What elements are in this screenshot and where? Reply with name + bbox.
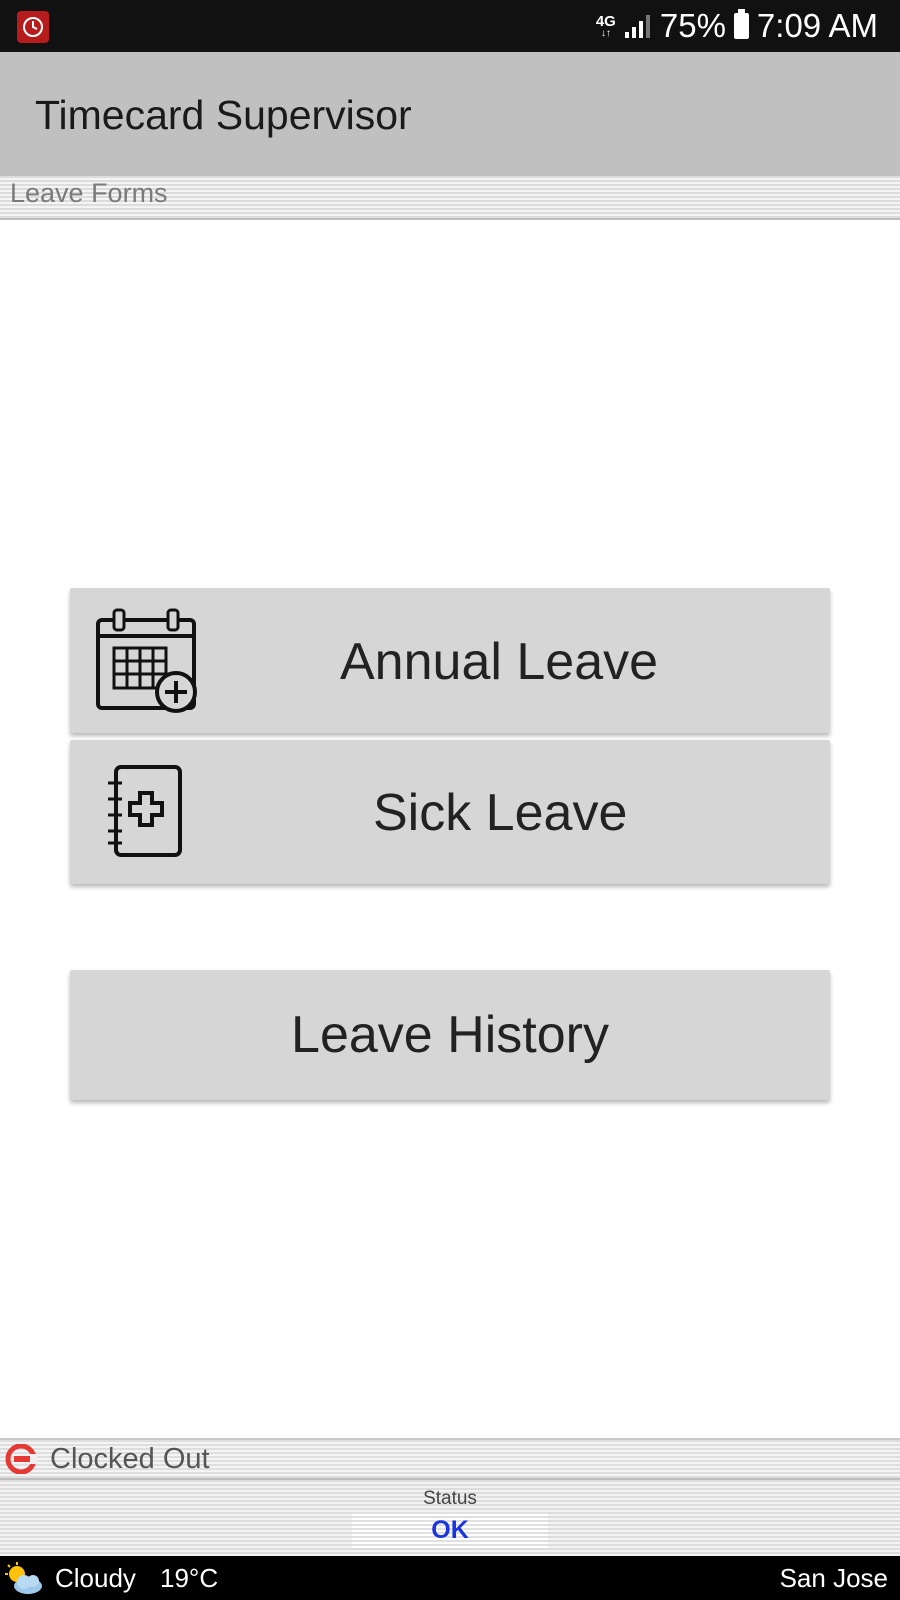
- leave-history-button[interactable]: Leave History: [70, 970, 830, 1100]
- weather-temperature: 19°C: [160, 1563, 219, 1593]
- status-value-box: OK: [352, 1512, 548, 1548]
- sick-leave-label: Sick Leave: [373, 784, 628, 842]
- status-indicators: 4G ↓↑ 75% 7:09 AM: [596, 0, 878, 52]
- section-header: Leave Forms: [0, 176, 900, 220]
- weather-bar: Cloudy 19°C San Jose: [0, 1556, 900, 1600]
- weather-city: San Jose: [779, 1563, 888, 1593]
- weather-condition: Cloudy: [55, 1563, 136, 1593]
- clock-status-text: Clocked Out: [50, 1443, 210, 1475]
- sick-leave-button[interactable]: Sick Leave: [70, 740, 830, 884]
- app-bar: Timecard Supervisor: [0, 52, 900, 176]
- battery-percent: 75%: [659, 7, 726, 44]
- status-clock: 7:09 AM: [756, 7, 878, 44]
- status-panel: Status OK: [0, 1478, 900, 1558]
- calendar-add-icon: [96, 608, 197, 713]
- signal-icon: [624, 15, 650, 38]
- medical-notebook-icon: [108, 765, 182, 857]
- status-value: OK: [431, 1515, 469, 1544]
- partly-cloudy-icon: [5, 1562, 42, 1594]
- clock-status-bar: Clocked Out: [0, 1438, 900, 1478]
- app-notification-icon: [17, 11, 49, 43]
- system-status-bar: 4G ↓↑ 75% 7:09 AM: [0, 0, 900, 52]
- battery-icon: [733, 9, 749, 39]
- network-type: 4G ↓↑: [595, 12, 616, 39]
- annual-leave-label: Annual Leave: [340, 633, 659, 691]
- status-label: Status: [423, 1488, 477, 1509]
- clocked-out-icon: [5, 1444, 37, 1474]
- leave-history-label: Leave History: [291, 1006, 609, 1064]
- section-title: Leave Forms: [10, 178, 168, 208]
- app-title: Timecard Supervisor: [35, 92, 412, 138]
- annual-leave-button[interactable]: Annual Leave: [70, 588, 830, 733]
